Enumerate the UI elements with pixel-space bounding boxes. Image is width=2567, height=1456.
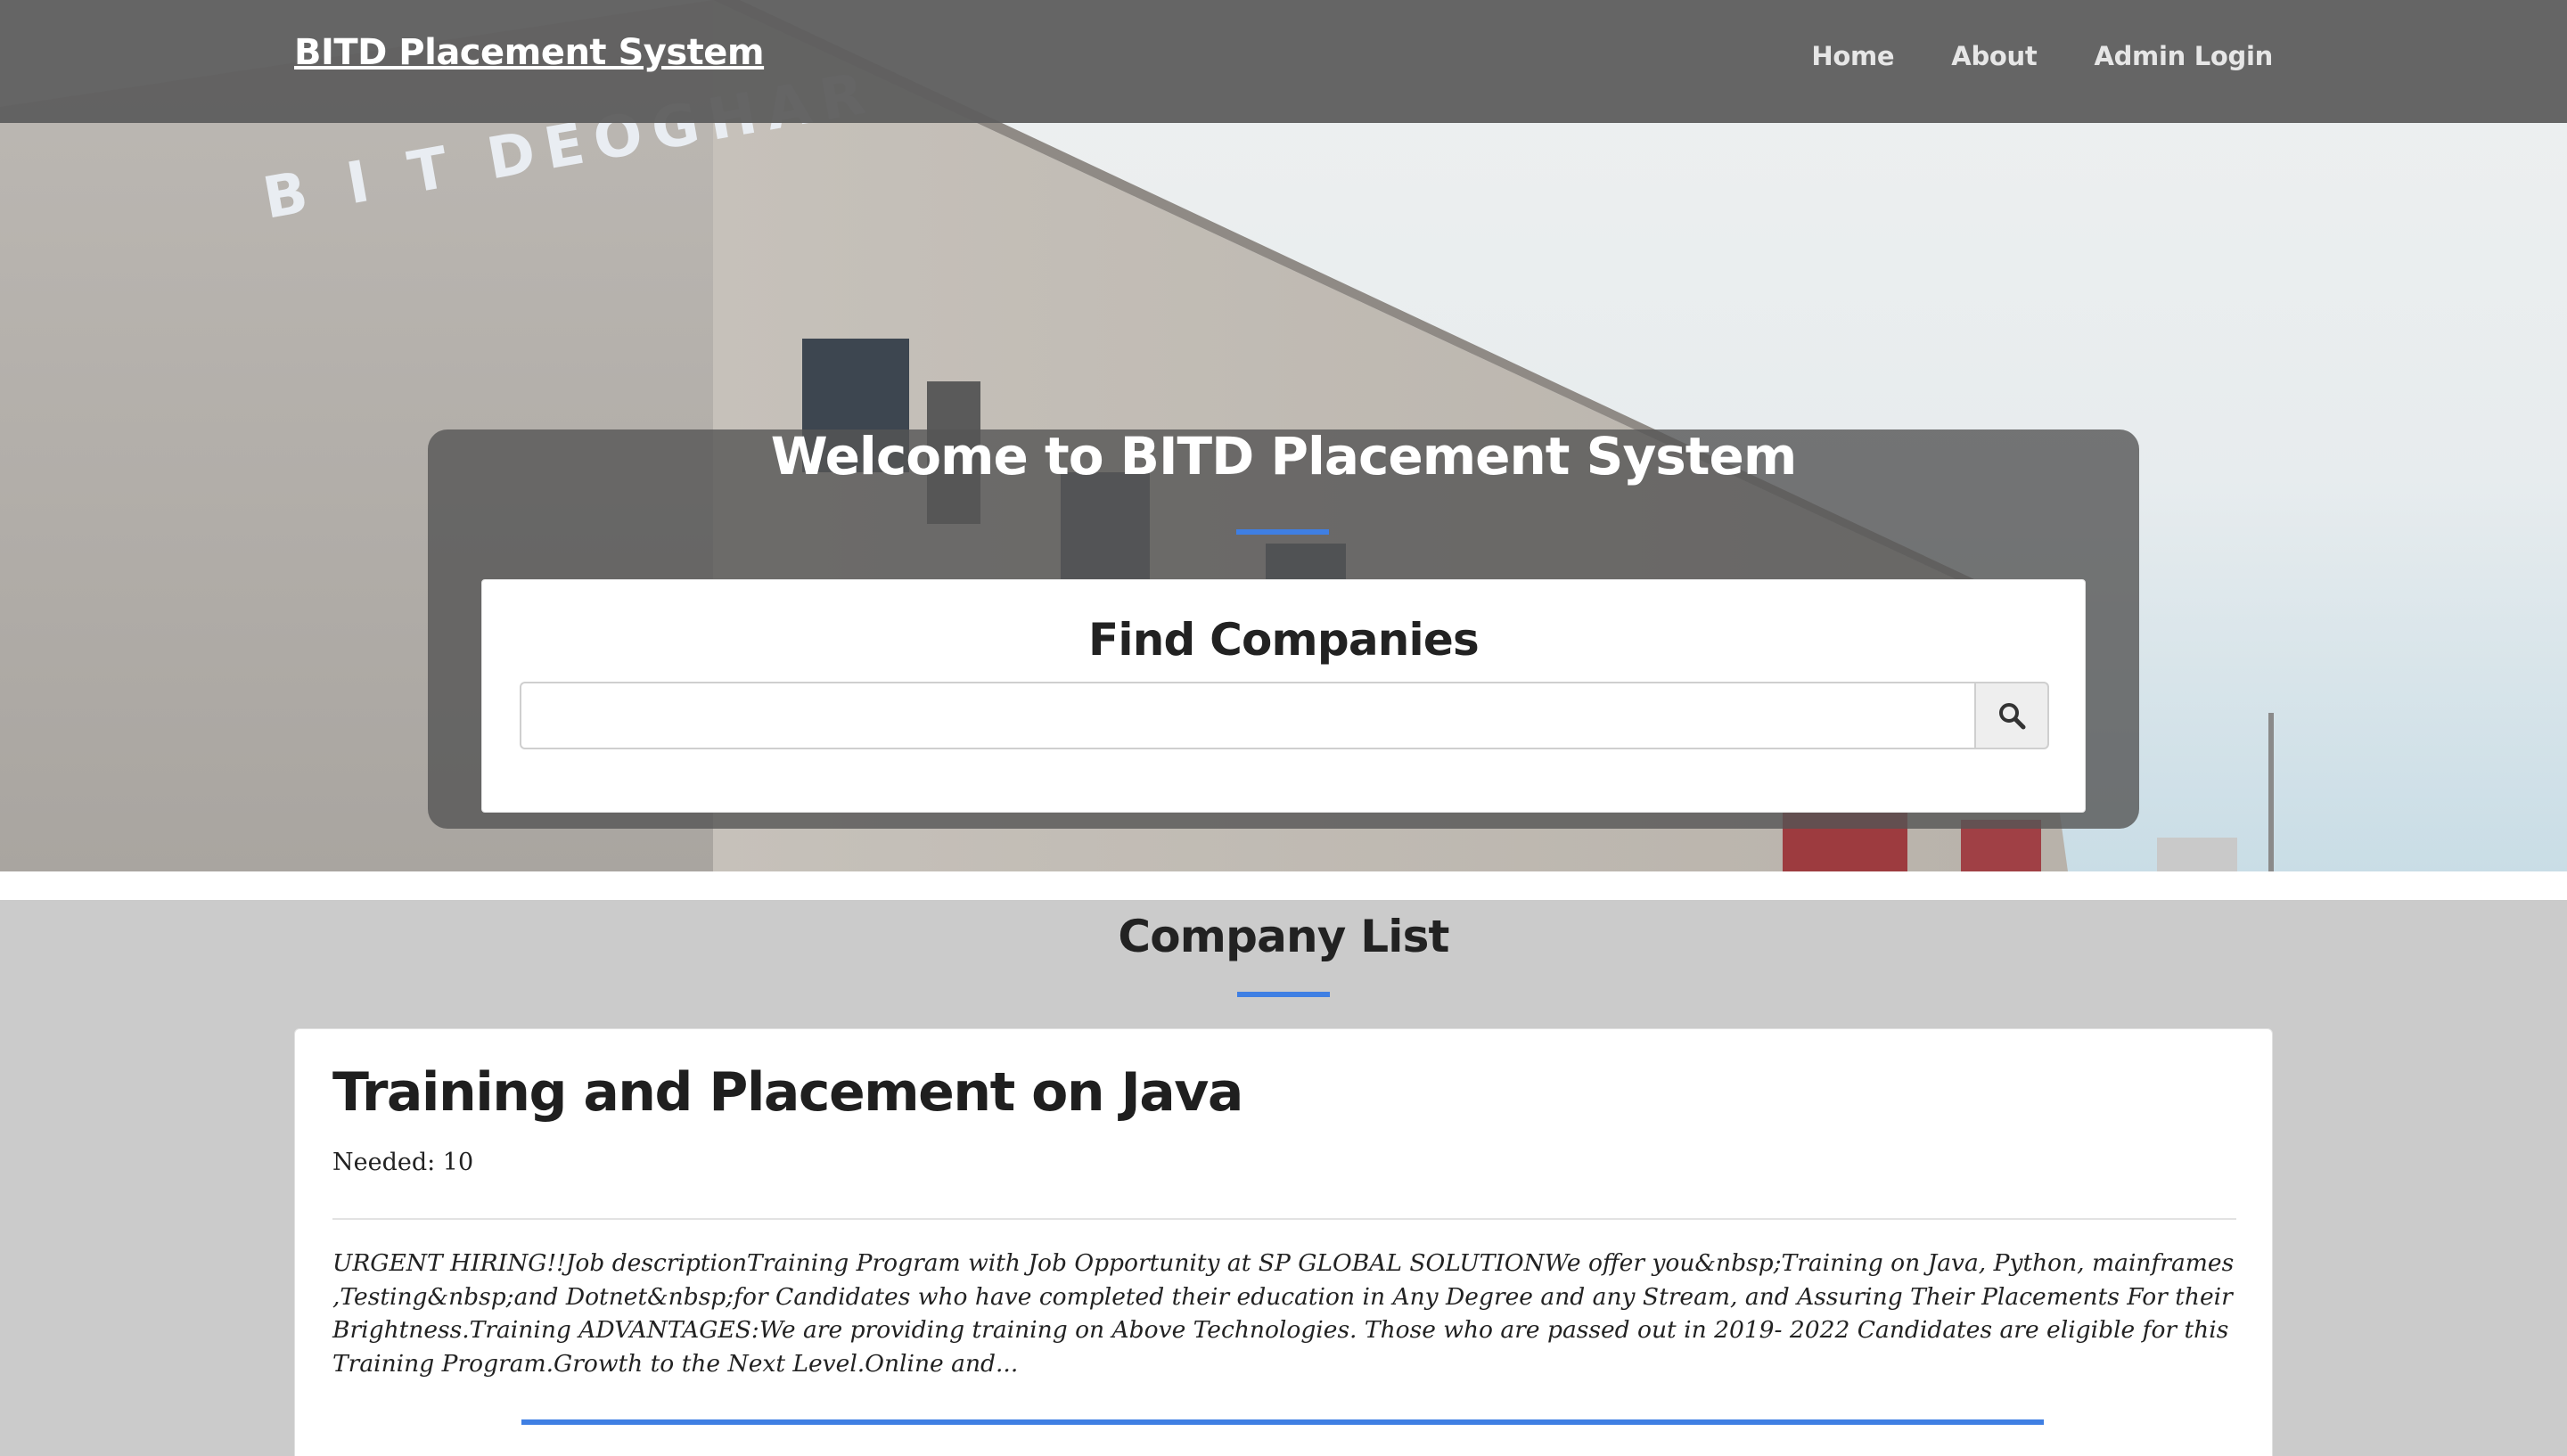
welcome-title: Welcome to BITD Placement System — [770, 426, 1798, 487]
company-card[interactable]: Training and Placement on Java Needed: 1… — [294, 1028, 2273, 1456]
company-description: URGENT HIRING!!Job descriptionTraining P… — [332, 1249, 2235, 1378]
card-accent-line — [521, 1419, 2044, 1425]
search-input[interactable] — [520, 682, 1976, 749]
search-icon — [1999, 703, 2026, 730]
search-card: Find Companies — [481, 579, 2086, 813]
card-divider — [332, 1218, 2236, 1220]
nav-links: Home About Admin Login — [1811, 41, 2273, 71]
welcome-panel: Welcome to BITD Placement System Find Co… — [428, 429, 2139, 829]
brand-link[interactable]: BITD Placement System — [294, 32, 765, 73]
company-list-title: Company List — [1118, 911, 1449, 962]
search-button[interactable] — [1974, 682, 2049, 749]
nav-home[interactable]: Home — [1811, 41, 1894, 71]
nav-admin-login[interactable]: Admin Login — [2094, 41, 2273, 71]
top-navbar: BITD Placement System Home About Admin L… — [0, 0, 2567, 123]
section-separator — [0, 871, 2567, 900]
welcome-accent-line — [1236, 529, 1329, 535]
needed-count: Needed: 10 — [332, 1149, 474, 1176]
company-list-section: Company List Training and Placement on J… — [0, 900, 2567, 1456]
company-list-accent-line — [1237, 992, 1330, 997]
search-title: Find Companies — [1088, 614, 1480, 666]
company-name[interactable]: Training and Placement on Java — [332, 1061, 1243, 1124]
nav-about[interactable]: About — [1951, 41, 2037, 71]
